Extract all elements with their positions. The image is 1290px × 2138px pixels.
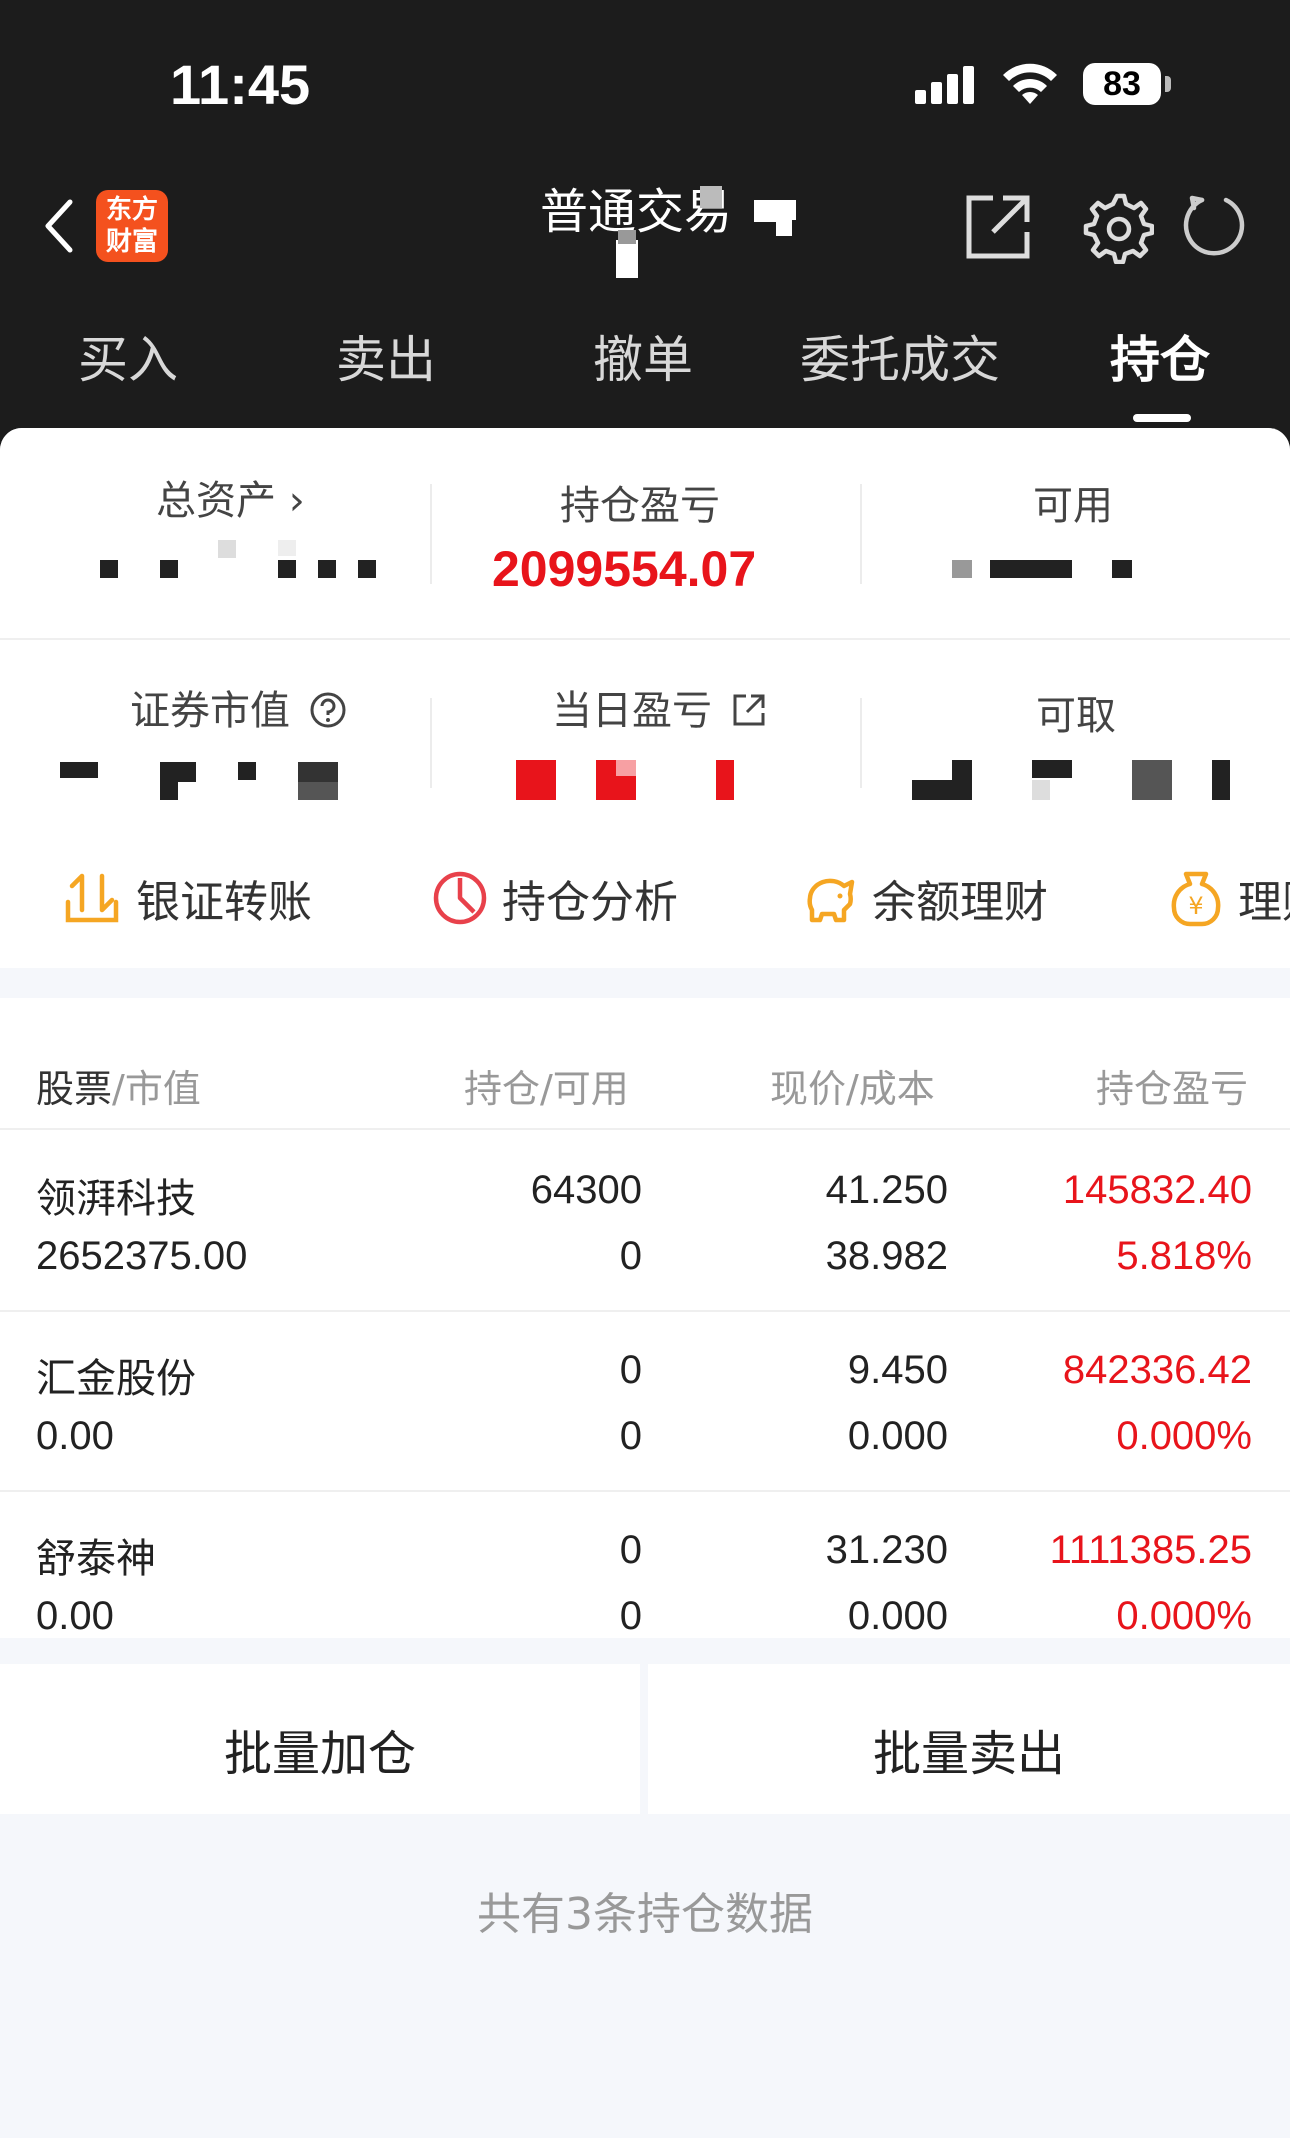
balance-wealth-button[interactable]: 余额理财 bbox=[800, 828, 1048, 968]
current-price: 41.250 bbox=[825, 1168, 948, 1212]
cost-price: 38.982 bbox=[825, 1234, 948, 1278]
trade-tabs: 买入 卖出 撤单 委托成交 持仓 bbox=[0, 320, 1290, 420]
batch-add-label: 批量加仓 bbox=[223, 1726, 416, 1782]
divider bbox=[860, 484, 862, 584]
logo-text-top: 东方 bbox=[105, 195, 158, 225]
holdings-count: 共有3条持仓数据 bbox=[477, 1889, 813, 1940]
active-tab-indicator bbox=[1133, 414, 1191, 422]
header-price[interactable]: 现价/成本 bbox=[770, 1058, 935, 1113]
position-pl-pct: 5.818% bbox=[1116, 1234, 1252, 1278]
position-qty: 64300 bbox=[530, 1168, 642, 1212]
current-price: 31.230 bbox=[825, 1528, 948, 1572]
piggy-bank-icon bbox=[807, 878, 855, 923]
header-stock[interactable]: 股票/市值 bbox=[36, 1058, 201, 1113]
stock-name: 领湃科技 bbox=[36, 1176, 196, 1222]
refresh-icon[interactable] bbox=[1180, 192, 1248, 260]
current-price: 9.450 bbox=[847, 1348, 948, 1392]
tab-orders[interactable]: 委托成交 bbox=[800, 320, 1000, 392]
cost-price: 0.000 bbox=[847, 1594, 948, 1638]
position-qty: 0 bbox=[619, 1348, 642, 1392]
holdings-table: 股票/市值 持仓/可用 现价/成本 持仓盈亏 领湃科技 2652375.00 6… bbox=[0, 998, 1290, 1638]
stock-name: 汇金股份 bbox=[36, 1356, 196, 1402]
header-stock-text: 股票 bbox=[36, 1067, 113, 1111]
header-position[interactable]: 持仓/可用 bbox=[464, 1058, 629, 1113]
tab-buy[interactable]: 买入 bbox=[78, 320, 178, 392]
market-value-label[interactable]: 证券市值 bbox=[130, 678, 347, 736]
table-row[interactable]: 舒泰神 0.00 0 0 31.230 0.000 1111385.25 0.0… bbox=[0, 1492, 1290, 1672]
divider bbox=[430, 698, 432, 788]
positions-panel: 总资产 › 持仓盈亏 2099554.07 可用 证券市值 当日盈亏 可取 银证… bbox=[0, 428, 1290, 2138]
table-row[interactable]: 汇金股份 0.00 0 0 9.450 0.000 842336.42 0.00… bbox=[0, 1312, 1290, 1492]
wealth-management-button[interactable]: ¥ 理财 bbox=[1168, 828, 1290, 968]
share-icon[interactable] bbox=[963, 192, 1033, 262]
market-value-label-text: 证券市值 bbox=[130, 688, 290, 734]
header-pl[interactable]: 持仓盈亏 bbox=[1096, 1058, 1248, 1113]
daily-pl-label-text: 当日盈亏 bbox=[552, 688, 712, 734]
position-pl: 145832.40 bbox=[1062, 1168, 1252, 1212]
tab-cancel[interactable]: 撤单 bbox=[593, 320, 693, 392]
bank-transfer-button[interactable]: 银证转账 bbox=[62, 828, 312, 968]
stock-name: 舒泰神 bbox=[36, 1536, 156, 1582]
bank-transfer-label: 银证转账 bbox=[136, 877, 312, 928]
help-icon bbox=[310, 692, 346, 728]
total-assets-label[interactable]: 总资产 › bbox=[156, 468, 305, 526]
position-analysis-button[interactable]: 持仓分析 bbox=[432, 828, 678, 968]
position-pl: 1111385.25 bbox=[1049, 1528, 1252, 1572]
withdrawable-label: 可取 bbox=[1036, 693, 1116, 739]
divider bbox=[0, 1128, 1290, 1130]
quick-actions: 银证转账 持仓分析 余额理财 ¥ 理 bbox=[0, 828, 1290, 968]
available-qty: 0 bbox=[619, 1594, 642, 1638]
cost-price: 0.000 bbox=[847, 1414, 948, 1458]
available-label: 可用 bbox=[1033, 483, 1113, 529]
wifi-icon bbox=[1003, 63, 1057, 104]
transfer-icon bbox=[65, 873, 119, 923]
divider bbox=[860, 698, 862, 788]
battery-indicator: 83 bbox=[1083, 63, 1161, 105]
position-analysis-label: 持仓分析 bbox=[502, 877, 678, 928]
available-qty: 0 bbox=[619, 1234, 642, 1278]
asset-summary: 总资产 › 持仓盈亏 2099554.07 可用 证券市值 当日盈亏 可取 银证… bbox=[0, 428, 1290, 968]
signal-icon bbox=[915, 66, 979, 104]
external-link-icon bbox=[733, 694, 765, 726]
wealth-management-label: 理财 bbox=[1238, 877, 1290, 928]
market-value: 2652375.00 bbox=[36, 1234, 248, 1278]
battery-tip bbox=[1165, 76, 1171, 92]
clock: 11:45 bbox=[170, 53, 311, 116]
gear-icon[interactable] bbox=[1080, 190, 1154, 264]
tab-positions[interactable]: 持仓 bbox=[1110, 320, 1210, 392]
divider bbox=[0, 638, 1290, 640]
available-qty: 0 bbox=[619, 1414, 642, 1458]
batch-add-button[interactable]: 批量加仓 bbox=[0, 1664, 640, 1814]
balance-wealth-label: 余额理财 bbox=[872, 877, 1048, 928]
position-pl-pct: 0.000% bbox=[1116, 1594, 1252, 1638]
position-pl: 842336.42 bbox=[1062, 1348, 1252, 1392]
status-bar: 11:45 83 bbox=[0, 0, 1290, 150]
batch-sell-label: 批量卖出 bbox=[872, 1726, 1065, 1782]
position-pl-value: 2099554.07 bbox=[492, 541, 757, 597]
batch-sell-button[interactable]: 批量卖出 bbox=[648, 1664, 1290, 1814]
position-pl-pct: 0.000% bbox=[1116, 1414, 1252, 1458]
position-pl-label: 持仓盈亏 bbox=[560, 483, 720, 529]
market-value: 0.00 bbox=[36, 1594, 114, 1638]
daily-pl-label[interactable]: 当日盈亏 bbox=[552, 678, 767, 736]
table-row[interactable]: 领湃科技 2652375.00 64300 0 41.250 38.982 14… bbox=[0, 1132, 1290, 1312]
tab-sell[interactable]: 卖出 bbox=[336, 320, 436, 392]
header-market-value-text: /市值 bbox=[112, 1067, 201, 1111]
position-qty: 0 bbox=[619, 1528, 642, 1572]
market-value: 0.00 bbox=[36, 1414, 114, 1458]
svg-text:¥: ¥ bbox=[1188, 892, 1203, 920]
back-arrow-icon[interactable] bbox=[40, 196, 80, 256]
app-logo[interactable]: 东方 财富 bbox=[96, 190, 168, 262]
pie-chart-icon bbox=[433, 871, 487, 925]
divider bbox=[430, 484, 432, 584]
money-bag-icon: ¥ bbox=[1171, 871, 1221, 927]
logo-text-bottom: 财富 bbox=[105, 227, 158, 257]
